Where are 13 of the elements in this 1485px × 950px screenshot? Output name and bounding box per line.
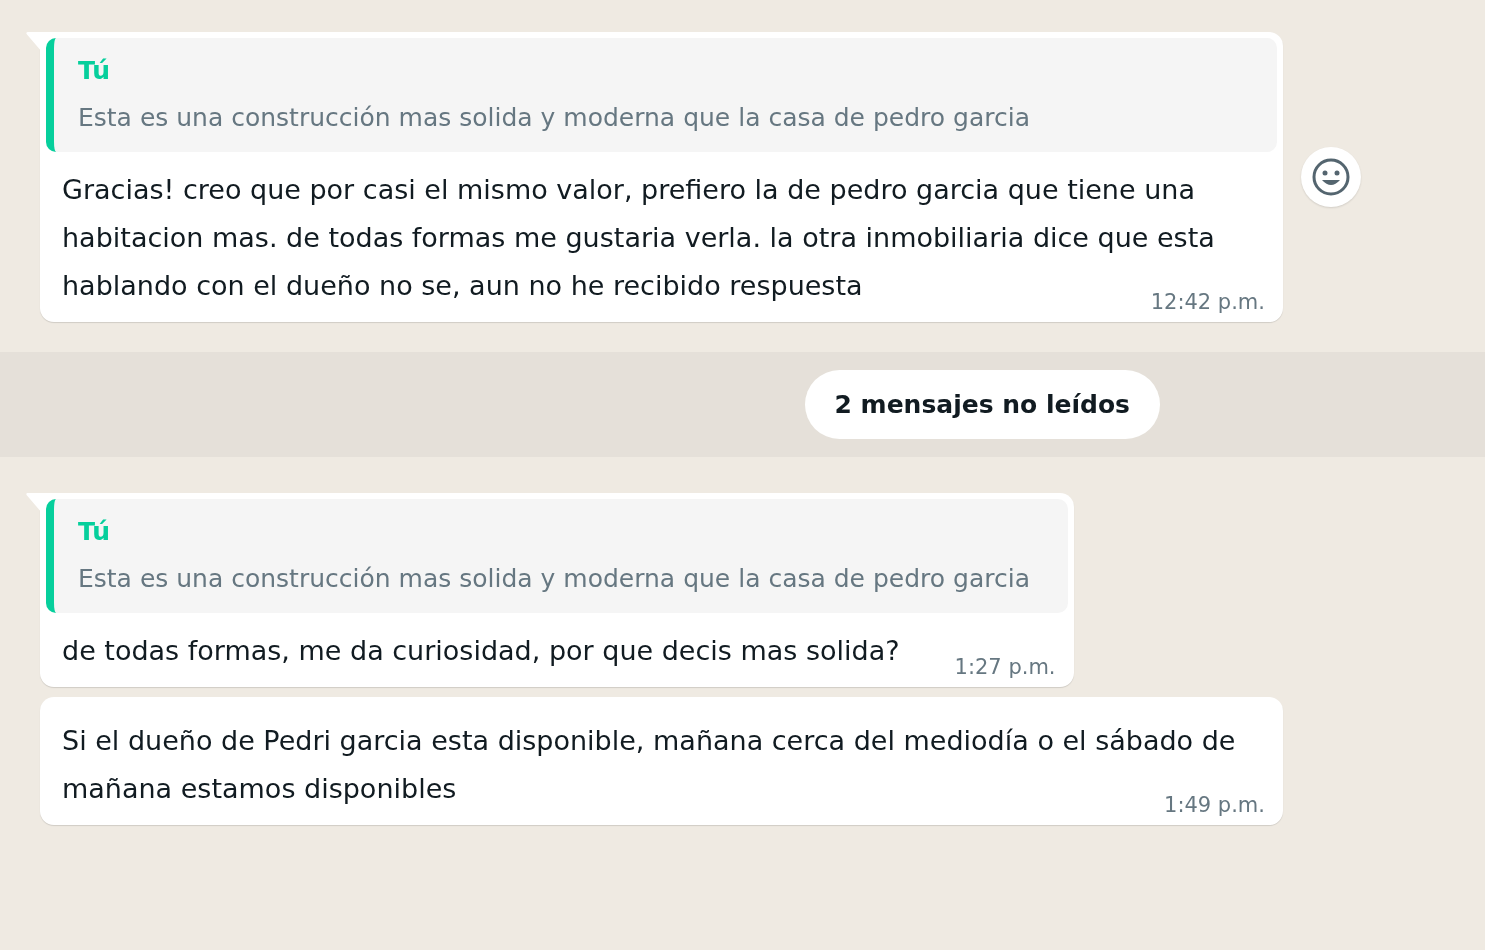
quote-text: Esta es una construcción mas solida y moderna que la casa de pedro garcia xyxy=(78,564,1031,593)
message-time: 1:49 p.m. xyxy=(1164,793,1265,817)
message-time: 1:27 p.m. xyxy=(954,655,1056,679)
quote-author: Tú xyxy=(78,56,112,85)
quoted-message[interactable]: Tú Esta es una construcción mas solida y moderna que la casa de pedro garcia xyxy=(46,499,1068,613)
emoji-reaction-button[interactable] xyxy=(1301,147,1361,207)
smiley-icon xyxy=(1311,157,1351,197)
quoted-message[interactable]: Tú Esta es una construcción mas solida y moderna que la casa de pedro garcia xyxy=(46,38,1277,152)
message-text: de todas formas, me da curiosidad, por que decis mas solida? xyxy=(62,635,900,666)
quote-text: Esta es una construcción mas solida y moderna que la casa de pedro garcia xyxy=(78,103,1031,132)
message-time: 12:42 p.m. xyxy=(1150,290,1265,314)
unread-count-label: 2 mensajes no leídos xyxy=(804,370,1160,439)
quote-author: Tú xyxy=(78,517,112,546)
